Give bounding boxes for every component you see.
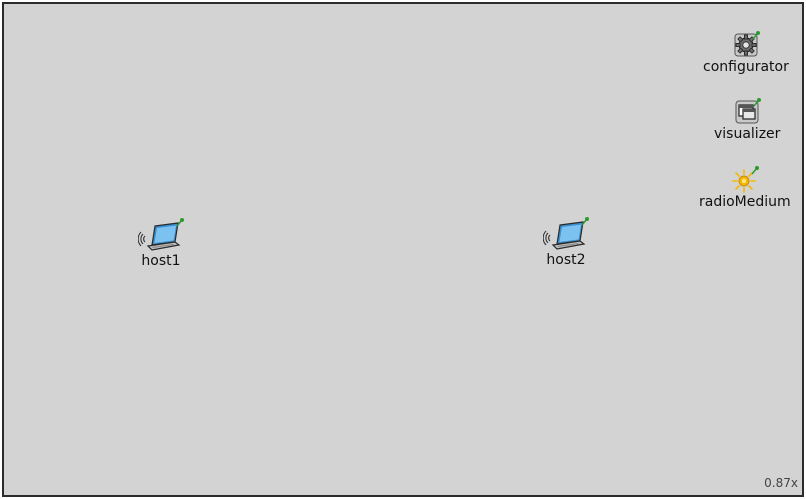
window-icon bbox=[735, 98, 762, 124]
pin-icon bbox=[176, 218, 184, 227]
gear-icon bbox=[734, 31, 760, 57]
configurator-label: configurator bbox=[703, 59, 789, 75]
host2-node[interactable]: host2 bbox=[543, 215, 589, 268]
zoom-level-label: 0.87x bbox=[764, 476, 798, 490]
visualizer-label: visualizer bbox=[714, 126, 781, 142]
configurator-module[interactable]: configurator bbox=[703, 30, 789, 75]
pin-icon bbox=[751, 166, 759, 175]
laptop-wireless-icon bbox=[543, 217, 589, 250]
network-canvas[interactable]: configurator visualizer radioMedium host… bbox=[2, 2, 804, 497]
sun-icon bbox=[732, 166, 759, 193]
laptop-wireless-icon bbox=[138, 218, 184, 251]
host1-node[interactable]: host1 bbox=[138, 216, 184, 269]
wireless-waves-icon bbox=[543, 230, 551, 246]
visualizer-module[interactable]: visualizer bbox=[714, 97, 780, 142]
wireless-waves-icon bbox=[138, 231, 146, 247]
host1-label: host1 bbox=[141, 253, 181, 269]
radiomedium-label: radioMedium bbox=[699, 194, 791, 210]
host2-label: host2 bbox=[546, 252, 586, 268]
radiomedium-module[interactable]: radioMedium bbox=[699, 165, 791, 210]
pin-icon bbox=[581, 217, 589, 226]
